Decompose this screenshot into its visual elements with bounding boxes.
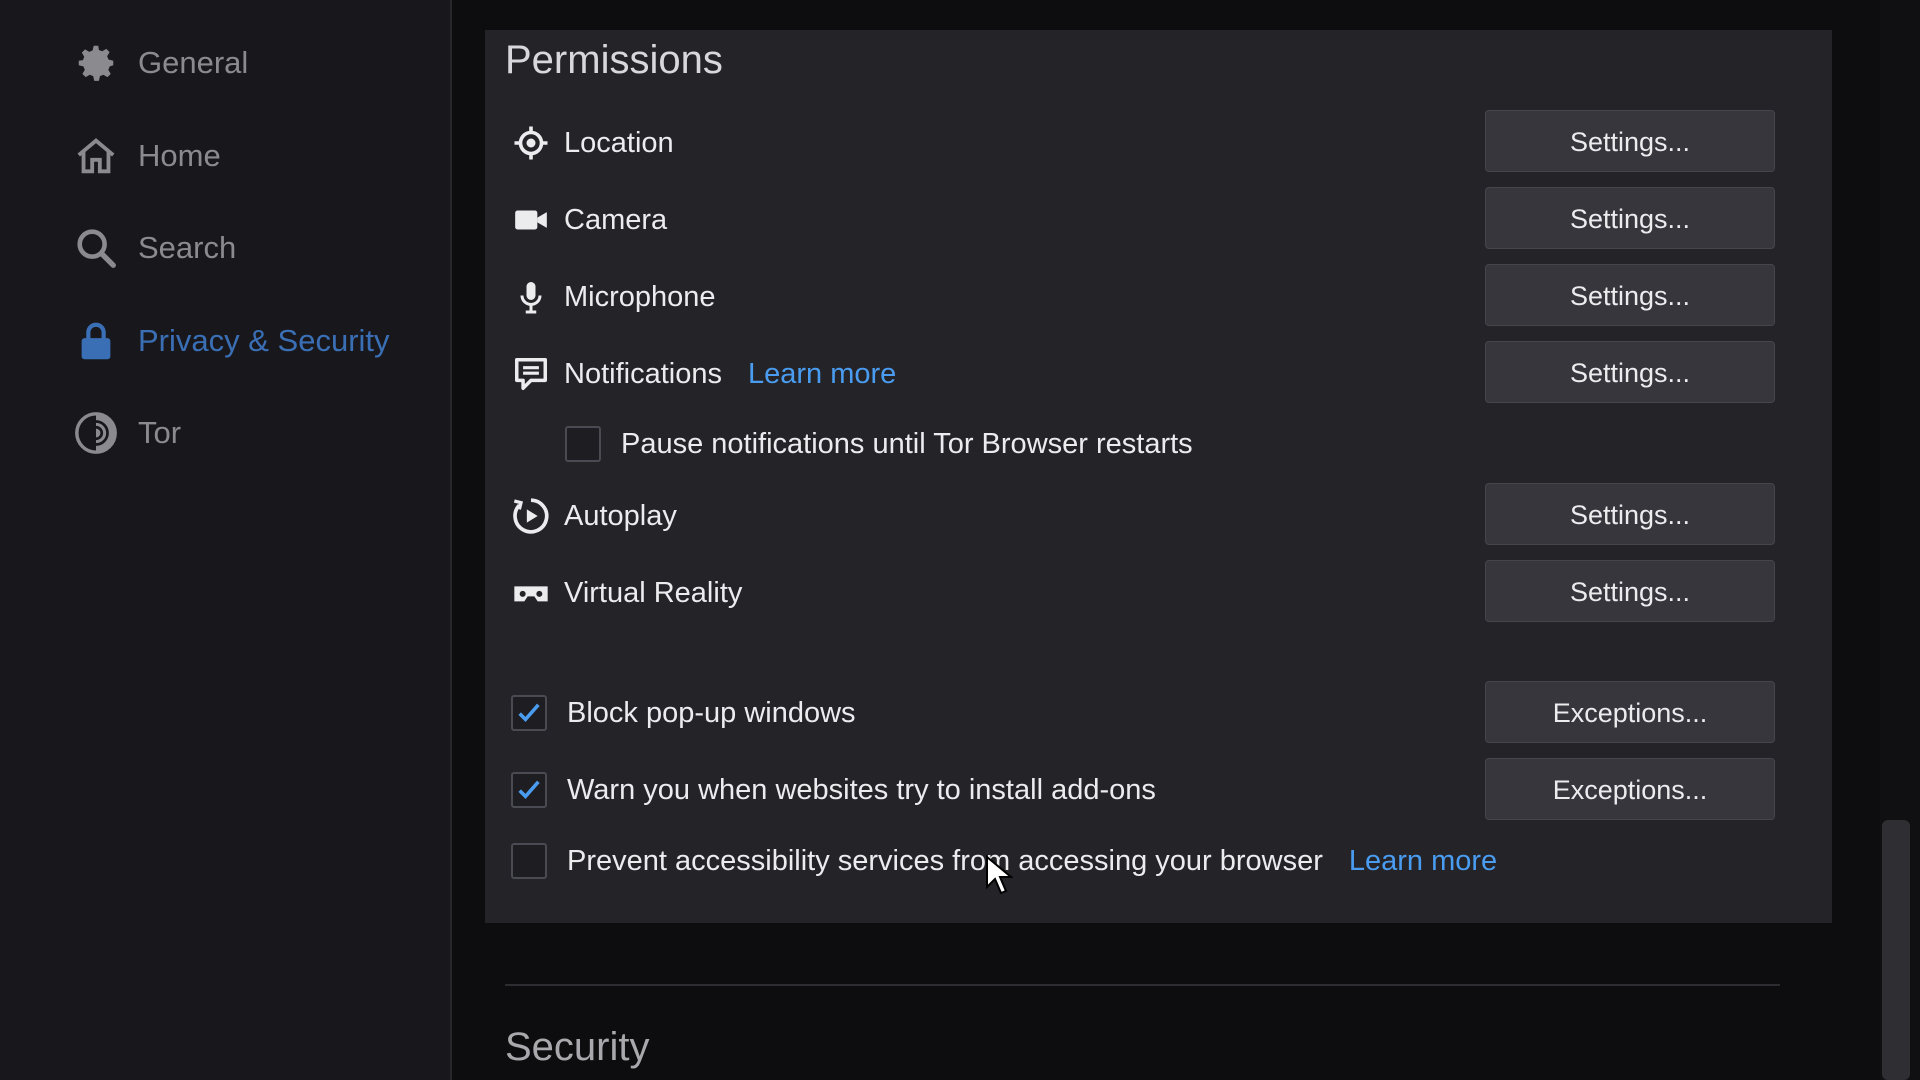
gear-icon — [72, 39, 120, 87]
warn-addons-exceptions-button[interactable]: Exceptions... — [1485, 758, 1775, 820]
permission-label: Notifications — [564, 357, 722, 390]
microphone-settings-button[interactable]: Settings... — [1485, 264, 1775, 326]
autoplay-settings-button[interactable]: Settings... — [1485, 483, 1775, 545]
block-popups-checkbox[interactable] — [511, 695, 547, 731]
block-popups-exceptions-button[interactable]: Exceptions... — [1485, 681, 1775, 743]
prevent-accessibility-label: Prevent accessibility services from acce… — [567, 844, 1323, 877]
checkmark-icon — [518, 703, 540, 722]
permission-label: Autoplay — [564, 499, 677, 532]
sidebar: General Home Search Privacy & Security T… — [0, 0, 452, 1080]
location-icon — [510, 122, 552, 164]
warn-addons-checkbox[interactable] — [511, 772, 547, 808]
checkmark-icon — [518, 780, 540, 799]
prevent-accessibility-checkbox[interactable] — [511, 843, 547, 879]
sidebar-item-home[interactable]: Home — [72, 128, 432, 184]
pause-notifications-label: Pause notifications until Tor Browser re… — [621, 427, 1193, 460]
home-icon — [72, 132, 120, 180]
virtual-reality-settings-button[interactable]: Settings... — [1485, 560, 1775, 622]
permission-label: Virtual Reality — [564, 576, 743, 609]
notification-icon — [510, 353, 552, 395]
permission-row-camera: Camera — [510, 192, 667, 248]
sidebar-item-general[interactable]: General — [72, 35, 432, 91]
mouse-cursor-icon — [985, 854, 1014, 895]
sidebar-item-tor[interactable]: Tor — [72, 405, 432, 461]
pause-notifications-checkbox[interactable] — [565, 426, 601, 462]
tor-onion-icon — [72, 409, 120, 457]
lock-icon — [72, 317, 120, 365]
scrollbar-thumb[interactable] — [1882, 820, 1910, 1080]
autoplay-icon — [510, 495, 552, 537]
sidebar-item-label: Search — [138, 230, 237, 265]
sidebar-item-label: Home — [138, 138, 221, 173]
notifications-learn-more-link[interactable]: Learn more — [748, 358, 896, 391]
permission-row-microphone: Microphone — [510, 269, 716, 325]
permission-row-notifications: Notifications Learn more — [510, 346, 896, 402]
section-divider — [505, 984, 1780, 986]
permission-row-autoplay: Autoplay — [510, 488, 677, 544]
permission-label: Microphone — [564, 280, 716, 313]
sidebar-item-privacy-security[interactable]: Privacy & Security — [72, 313, 432, 369]
accessibility-learn-more-link[interactable]: Learn more — [1349, 845, 1497, 878]
warn-addons-label: Warn you when websites try to install ad… — [567, 773, 1156, 806]
microphone-icon — [510, 276, 552, 318]
location-settings-button[interactable]: Settings... — [1485, 110, 1775, 172]
permission-label: Camera — [564, 203, 668, 236]
sidebar-item-label: Tor — [138, 415, 182, 450]
camera-icon — [510, 199, 552, 241]
permission-row-location: Location — [510, 115, 674, 171]
block-popups-row: Block pop-up windows — [511, 688, 856, 738]
search-icon — [72, 224, 120, 272]
permissions-title: Permissions — [505, 38, 723, 82]
block-popups-label: Block pop-up windows — [567, 696, 856, 729]
sidebar-item-label: General — [138, 45, 249, 80]
sidebar-item-label: Privacy & Security — [138, 323, 390, 358]
permission-label: Location — [564, 126, 674, 159]
vr-headset-icon — [510, 572, 552, 614]
security-title: Security — [505, 1025, 650, 1069]
notifications-settings-button[interactable]: Settings... — [1485, 341, 1775, 403]
pause-notifications-row: Pause notifications until Tor Browser re… — [565, 419, 1193, 469]
permission-row-virtual-reality: Virtual Reality — [510, 565, 742, 621]
warn-addons-row: Warn you when websites try to install ad… — [511, 765, 1156, 815]
camera-settings-button[interactable]: Settings... — [1485, 187, 1775, 249]
sidebar-item-search[interactable]: Search — [72, 220, 432, 276]
